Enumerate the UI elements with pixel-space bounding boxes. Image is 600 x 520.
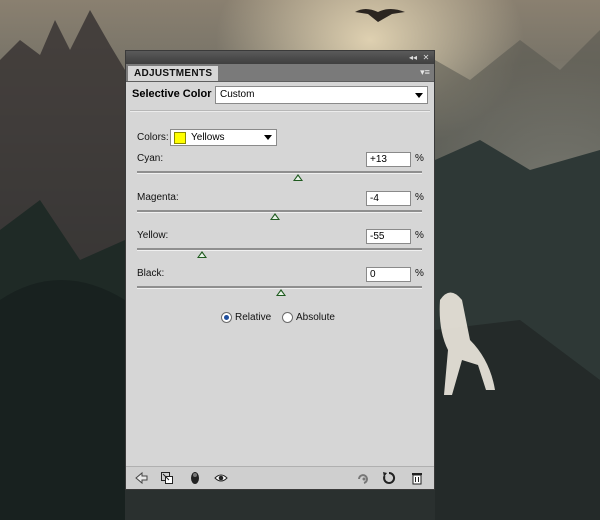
cyan-percent: % <box>415 153 424 164</box>
view-previous-state-icon[interactable] <box>356 471 370 485</box>
yellow-label: Yellow: <box>137 230 169 241</box>
expand-view-icon[interactable] <box>160 471 174 485</box>
cyan-input[interactable]: +13 <box>366 152 411 167</box>
relative-label[interactable]: Relative <box>235 312 271 323</box>
close-icon[interactable]: ✕ <box>420 51 432 64</box>
relative-radio[interactable] <box>221 312 232 323</box>
magenta-percent: % <box>415 192 424 203</box>
trash-icon[interactable] <box>410 471 424 485</box>
cyan-slider-thumb[interactable] <box>293 174 303 181</box>
back-arrow-icon[interactable] <box>134 471 148 485</box>
chevron-down-icon <box>264 135 272 140</box>
tab-adjustments[interactable]: ADJUSTMENTS <box>128 66 219 81</box>
panel-menu-icon[interactable]: ▾≡ <box>418 66 432 78</box>
colors-dropdown[interactable]: Yellows <box>170 129 277 146</box>
magenta-slider-thumb[interactable] <box>270 213 280 220</box>
cyan-slider-track[interactable] <box>137 171 422 174</box>
chevron-down-icon <box>415 93 423 98</box>
color-swatch <box>174 132 186 144</box>
yellow-slider-track[interactable] <box>137 248 422 251</box>
magenta-label: Magenta: <box>137 192 179 203</box>
panel-footer <box>126 466 434 489</box>
black-slider-thumb[interactable] <box>276 289 286 296</box>
yellow-percent: % <box>415 230 424 241</box>
divider <box>130 110 430 112</box>
colors-value: Yellows <box>191 132 225 143</box>
black-label: Black: <box>137 268 165 279</box>
collapse-icon[interactable]: ◂◂ <box>407 51 419 64</box>
absolute-label[interactable]: Absolute <box>296 312 335 323</box>
black-input[interactable]: 0 <box>366 267 411 282</box>
yellow-input[interactable]: -55 <box>366 229 411 244</box>
yellow-slider-thumb[interactable] <box>197 251 207 258</box>
adjustments-panel: ◂◂ ✕ ADJUSTMENTS ▾≡ Selective Color Cust… <box>125 50 435 490</box>
preset-dropdown[interactable]: Custom <box>215 86 428 104</box>
colors-label: Colors: <box>137 132 169 143</box>
eye-icon[interactable] <box>214 471 228 485</box>
magenta-input[interactable]: -4 <box>366 191 411 206</box>
reset-icon[interactable] <box>382 471 396 485</box>
adjustment-title: Selective Color <box>132 88 212 100</box>
cyan-label: Cyan: <box>137 153 164 164</box>
black-percent: % <box>415 268 424 279</box>
clip-to-layer-icon[interactable] <box>188 471 202 485</box>
absolute-radio[interactable] <box>282 312 293 323</box>
preset-value: Custom <box>220 89 255 100</box>
panel-titlebar: ◂◂ ✕ <box>126 51 434 64</box>
panel-tabbar: ADJUSTMENTS ▾≡ <box>126 64 434 82</box>
